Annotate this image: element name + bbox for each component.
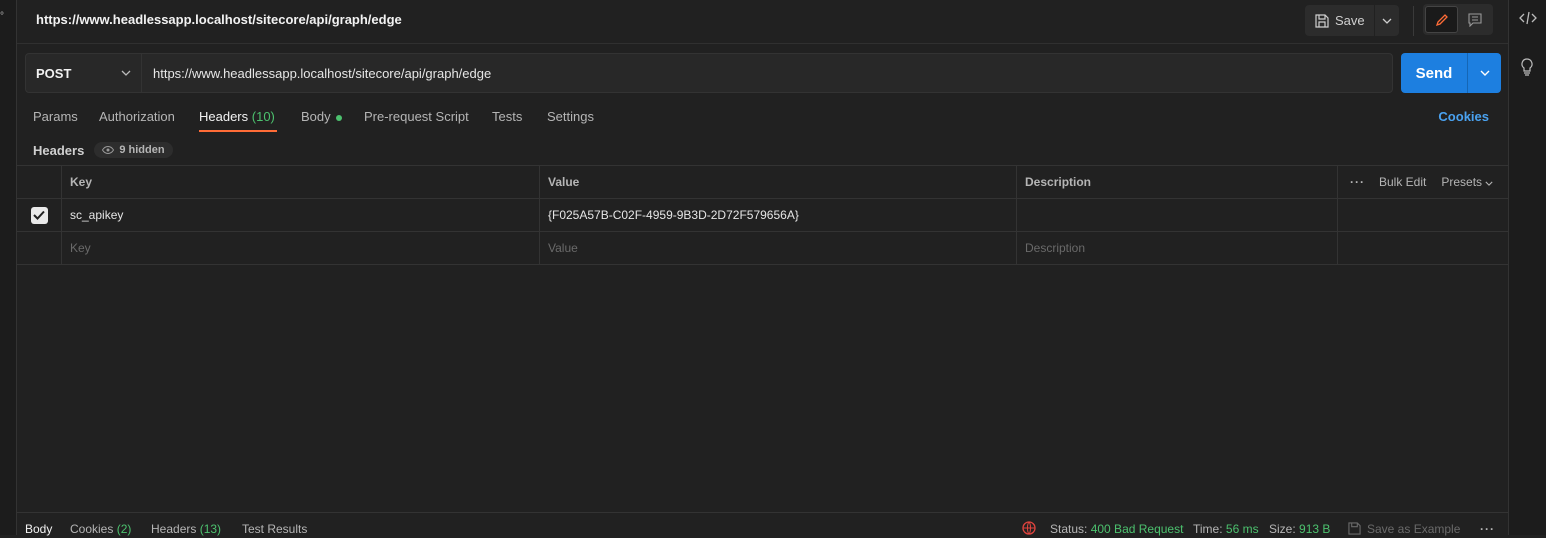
response-cookies-label: Cookies <box>70 522 114 536</box>
tab-body-label: Body <box>301 109 331 124</box>
send-options-button[interactable] <box>1468 53 1501 93</box>
comments-mode-button[interactable] <box>1458 6 1491 33</box>
header-check-cell <box>17 166 62 198</box>
presets-dropdown[interactable]: Presets <box>1441 175 1493 189</box>
table-actions: ··· Bulk Edit Presets <box>1338 166 1508 198</box>
title-bar: https://www.headlessapp.localhost/siteco… <box>17 0 1508 44</box>
code-icon[interactable] <box>1519 11 1539 31</box>
request-title[interactable]: https://www.headlessapp.localhost/siteco… <box>36 12 402 27</box>
edit-mode-button[interactable] <box>1425 6 1458 33</box>
chevron-down-icon <box>1382 18 1392 24</box>
more-options-icon[interactable]: ··· <box>1350 175 1365 189</box>
status-readout: Status: 400 Bad Request <box>1050 522 1183 536</box>
body-indicator-dot <box>335 114 342 121</box>
tab-body[interactable]: Body <box>301 109 342 124</box>
column-key: Key <box>62 166 540 198</box>
status-label: Status: <box>1050 522 1088 536</box>
new-value-input[interactable]: Value <box>540 232 1017 264</box>
save-icon <box>1348 522 1361 535</box>
hidden-count: 9 hidden <box>119 144 165 156</box>
url-bar: POST https://www.headlessapp.localhost/s… <box>25 53 1393 93</box>
table-row-new: Key Value Description <box>17 232 1508 265</box>
chevron-down-icon <box>1480 70 1489 76</box>
send-button-group: Send <box>1401 53 1501 93</box>
size-label: Size: <box>1269 522 1296 536</box>
response-cookies-count: (2) <box>116 522 132 536</box>
size-readout: Size: 913 B <box>1269 522 1330 536</box>
row-check-cell <box>17 199 62 231</box>
chevron-down-icon <box>121 70 131 76</box>
save-label: Save <box>1335 13 1365 28</box>
status-value[interactable]: 400 Bad Request <box>1091 522 1184 536</box>
tab-settings[interactable]: Settings <box>547 109 594 124</box>
active-tab-underline <box>199 130 277 132</box>
table-row: sc_apikey {F025A57B-C02F-4959-9B3D-2D72F… <box>17 199 1508 232</box>
time-label: Time: <box>1193 522 1223 536</box>
tab-headers-label: Headers <box>199 109 249 124</box>
response-tab-body[interactable]: Body <box>25 522 52 536</box>
presets-label: Presets <box>1441 175 1483 189</box>
left-gutter: ° <box>0 0 17 535</box>
time-value[interactable]: 56 ms <box>1226 522 1259 536</box>
response-tab-cookies[interactable]: Cookies (2) <box>70 522 131 536</box>
save-as-example-label: Save as Example <box>1367 522 1461 536</box>
tab-headers[interactable]: Headers (10) <box>199 109 275 124</box>
size-value[interactable]: 913 B <box>1299 522 1330 536</box>
headers-section-header: Headers 9 hidden <box>33 140 173 160</box>
right-sidebar <box>1508 0 1546 535</box>
bulk-edit-button[interactable]: Bulk Edit <box>1379 175 1426 189</box>
save-as-example-button[interactable]: Save as Example <box>1348 522 1460 536</box>
chevron-down-icon <box>1485 181 1493 186</box>
new-description-input[interactable]: Description <box>1017 232 1338 264</box>
gutter-dot-icon: ° <box>0 11 4 22</box>
method-label: POST <box>36 65 72 81</box>
request-editor: https://www.headlessapp.localhost/siteco… <box>17 0 1508 538</box>
checkmark-icon <box>33 210 45 220</box>
tab-headers-count: (10) <box>251 109 275 124</box>
more-options-icon[interactable]: ··· <box>1480 522 1495 536</box>
tab-authorization[interactable]: Authorization <box>99 109 175 124</box>
response-headers-count: (13) <box>199 522 222 536</box>
response-headers-label: Headers <box>151 522 197 536</box>
row-value[interactable]: {F025A57B-C02F-4959-9B3D-2D72F579656A} <box>540 199 1017 231</box>
tab-params[interactable]: Params <box>33 109 78 124</box>
toolbar-divider <box>1413 6 1414 36</box>
table-header-row: Key Value Description ··· Bulk Edit Pres… <box>17 166 1508 199</box>
tab-prerequest-script[interactable]: Pre-request Script <box>364 109 469 124</box>
cookies-link[interactable]: Cookies <box>1438 109 1489 124</box>
new-row-check-cell <box>17 232 62 264</box>
column-description: Description <box>1017 166 1338 198</box>
response-tab-headers[interactable]: Headers (13) <box>151 522 221 536</box>
mode-toggle <box>1423 4 1493 35</box>
response-bar: Body Cookies (2) Headers (13) Test Resul… <box>17 512 1508 538</box>
lightbulb-icon[interactable] <box>1519 58 1539 78</box>
column-value: Value <box>540 166 1017 198</box>
save-button[interactable]: Save <box>1305 5 1375 36</box>
save-button-group: Save <box>1305 5 1399 36</box>
network-globe-icon[interactable] <box>1022 521 1036 538</box>
tab-tests[interactable]: Tests <box>492 109 522 124</box>
send-button[interactable]: Send <box>1401 53 1468 93</box>
row-key[interactable]: sc_apikey <box>62 199 540 231</box>
time-readout: Time: 56 ms <box>1193 522 1259 536</box>
comment-icon <box>1467 12 1482 27</box>
url-input[interactable]: https://www.headlessapp.localhost/siteco… <box>142 54 1392 92</box>
eye-icon <box>102 146 115 154</box>
request-tabs: Params Authorization Headers (10) Body P… <box>17 101 1508 133</box>
method-select[interactable]: POST <box>26 54 142 92</box>
row-description[interactable] <box>1017 199 1338 231</box>
save-icon <box>1315 13 1329 28</box>
new-key-input[interactable]: Key <box>62 232 540 264</box>
headers-label: Headers <box>33 142 85 158</box>
response-tab-test-results[interactable]: Test Results <box>242 522 307 536</box>
pencil-icon <box>1435 13 1448 26</box>
hidden-headers-toggle[interactable]: 9 hidden <box>94 142 173 158</box>
save-options-button[interactable] <box>1375 18 1399 24</box>
new-row-actions-cell <box>1338 232 1508 264</box>
row-checkbox[interactable] <box>30 206 48 224</box>
row-actions-cell <box>1338 199 1508 231</box>
headers-table: Key Value Description ··· Bulk Edit Pres… <box>17 165 1508 265</box>
